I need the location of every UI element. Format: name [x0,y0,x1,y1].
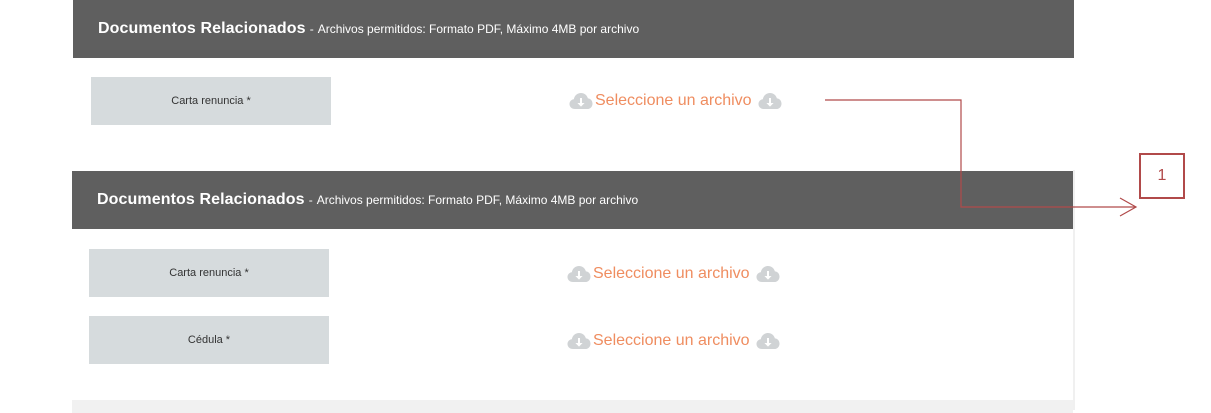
upload-link-text: Seleccione un archivo [595,92,752,109]
cloud-download-icon [567,332,591,350]
document-label-text: Cédula * [187,334,231,346]
upload-file-link[interactable]: Seleccione un archivo [569,88,782,114]
callout-arrowhead [1119,197,1138,217]
panel-footer-strip [72,400,1073,413]
upload-link-text: Seleccione un archivo [593,265,750,282]
callout-number: 1 [1157,167,1167,184]
panel-subtitle: Archivos permitidos: Formato PDF, Máximo… [316,193,639,207]
document-label-text: Carta renuncia * [171,95,251,107]
panel-header: Documentos Relacionados - Archivos permi… [72,171,1073,229]
document-label-carta-renuncia: Carta renuncia * [89,249,329,297]
upload-file-link[interactable]: Seleccione un archivo [567,328,780,354]
cloud-download-icon [756,265,780,283]
cloud-download-icon [569,92,593,110]
document-label-cedula: Cédula * [89,316,329,364]
documents-panel-1: Documentos Relacionados - Archivos permi… [73,0,1074,145]
title-separator: - [309,22,314,36]
cloud-download-icon [758,92,782,110]
documents-panel-2: Documentos Relacionados - Archivos permi… [72,171,1073,400]
document-label-text: Carta renuncia * [169,267,249,279]
callout-marker: 1 [1139,153,1185,199]
panel-title: Documentos Relacionados [97,191,305,208]
panel-header: Documentos Relacionados - Archivos permi… [73,0,1074,58]
upload-link-text: Seleccione un archivo [593,332,750,349]
cloud-download-icon [567,265,591,283]
document-label-carta-renuncia: Carta renuncia * [91,77,331,125]
title-separator: - [308,193,313,207]
panel-title: Documentos Relacionados [98,20,306,37]
upload-file-link[interactable]: Seleccione un archivo [567,261,780,287]
panel-shadow [1073,170,1075,410]
cloud-download-icon [756,332,780,350]
panel-subtitle: Archivos permitidos: Formato PDF, Máximo… [317,22,640,36]
